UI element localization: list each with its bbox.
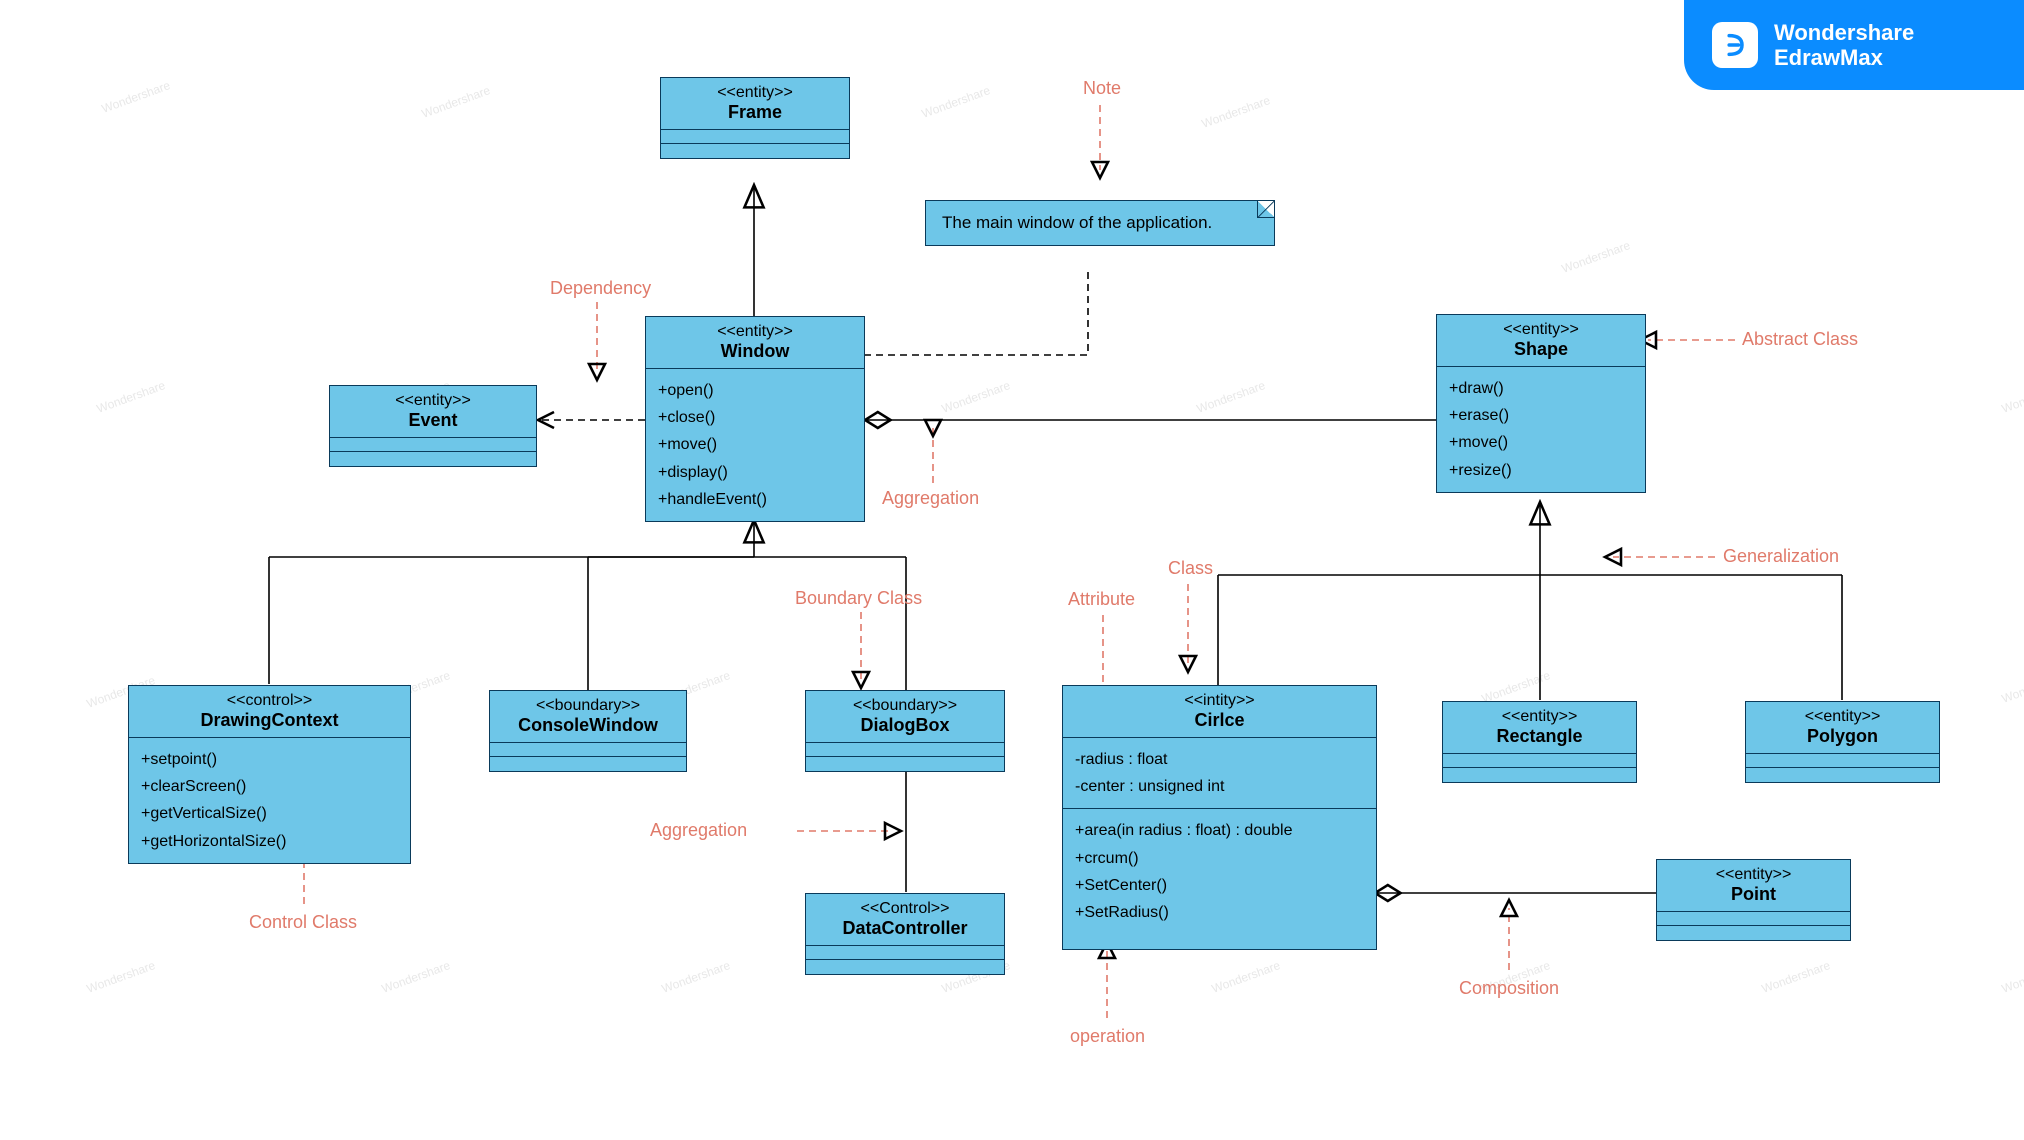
label-dependency: Dependency	[550, 278, 651, 299]
edrawmax-icon	[1712, 22, 1758, 68]
class-shape: <<entity>>Shape +draw() +erase() +move()…	[1436, 314, 1646, 493]
label-generalization: Generalization	[1723, 546, 1839, 567]
class-point: <<entity>>Point	[1656, 859, 1851, 941]
label-operation: operation	[1070, 1026, 1145, 1047]
brand-badge: Wondershare EdrawMax	[1684, 0, 2024, 90]
brand-text: Wondershare EdrawMax	[1774, 20, 1914, 71]
class-rectangle: <<entity>>Rectangle	[1442, 701, 1637, 783]
label-abstract: Abstract Class	[1742, 329, 1858, 350]
label-composition: Composition	[1459, 978, 1559, 999]
class-drawingcontext: <<control>>DrawingContext +setpoint() +c…	[128, 685, 411, 864]
label-aggregation-1: Aggregation	[882, 488, 979, 509]
class-datacontroller: <<Control>>DataController	[805, 893, 1005, 975]
class-event: <<entity>>Event	[329, 385, 537, 467]
class-polygon: <<entity>>Polygon	[1745, 701, 1940, 783]
label-aggregation-2: Aggregation	[650, 820, 747, 841]
label-class: Class	[1168, 558, 1213, 579]
class-frame: <<entity>>Frame	[660, 77, 850, 159]
note-window: The main window of the application.	[925, 200, 1275, 246]
class-dialogbox: <<boundary>>DialogBox	[805, 690, 1005, 772]
class-consolewindow: <<boundary>>ConsoleWindow	[489, 690, 687, 772]
label-control: Control Class	[249, 912, 357, 933]
connectors	[0, 0, 2024, 1140]
class-circle: <<intity>>Cirlce -radius : float -center…	[1062, 685, 1377, 950]
label-attribute: Attribute	[1068, 589, 1135, 610]
label-note: Note	[1083, 78, 1121, 99]
label-boundary: Boundary Class	[795, 588, 922, 609]
class-window: <<entity>>Window +open() +close() +move(…	[645, 316, 865, 522]
